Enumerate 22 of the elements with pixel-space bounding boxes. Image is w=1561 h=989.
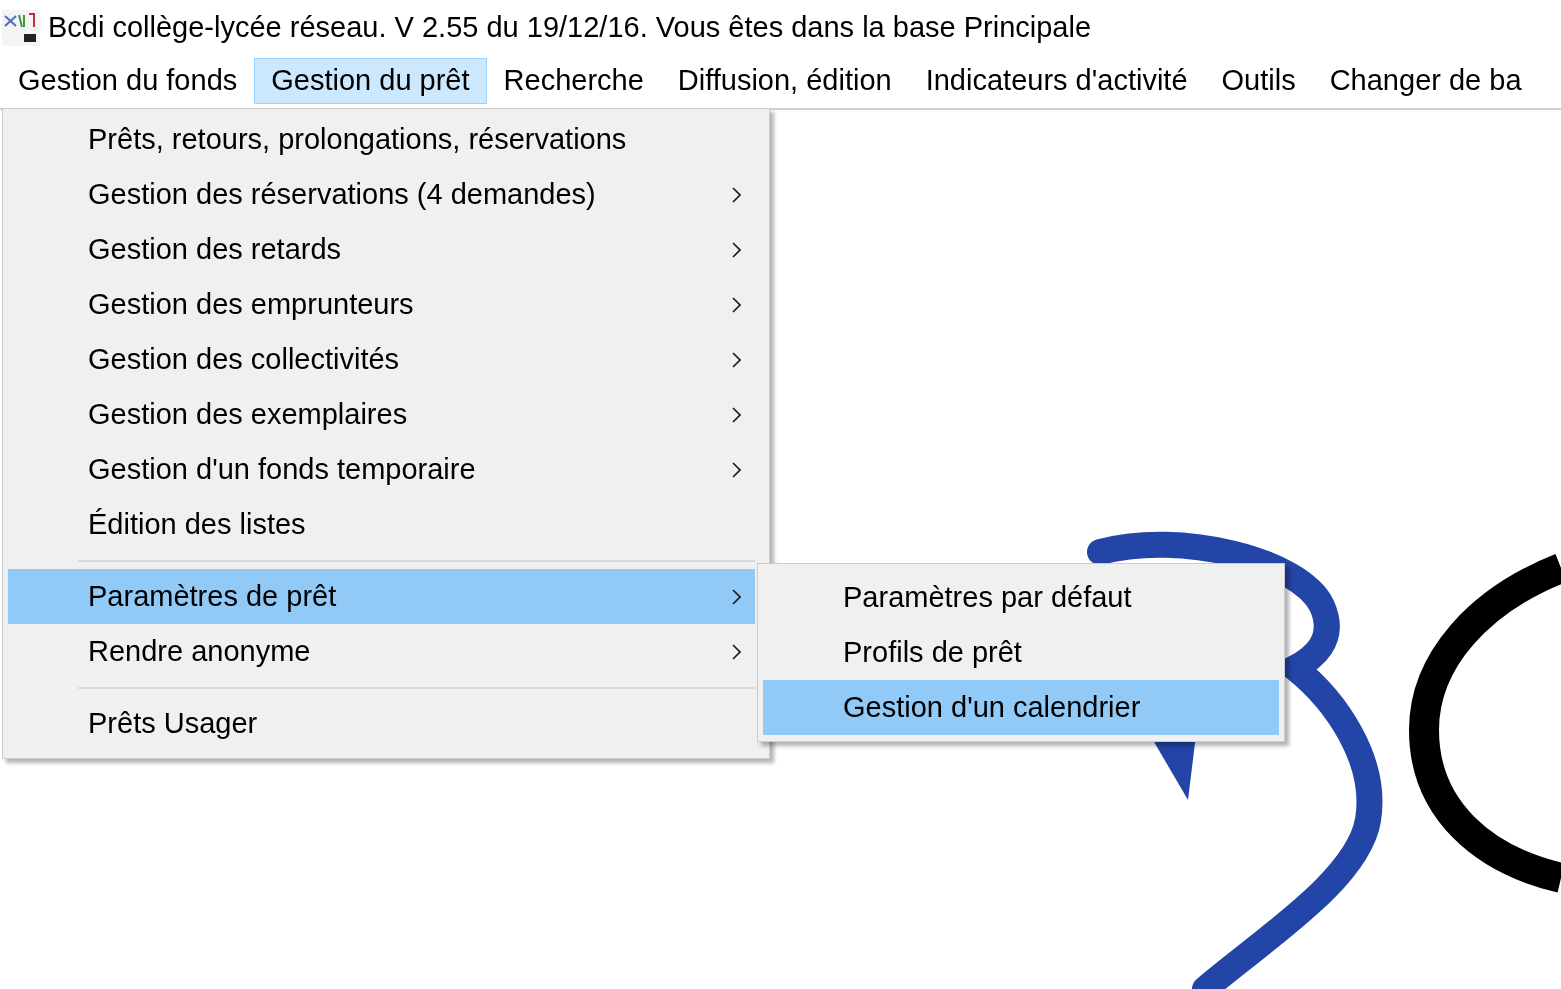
menu-bar-item[interactable]: Indicateurs d'activité xyxy=(908,58,1205,104)
menu-bar-item[interactable]: Diffusion, édition xyxy=(660,58,909,104)
menu-item[interactable]: Profils de prêt xyxy=(763,625,1279,680)
menu-bar-item[interactable]: Gestion du prêt xyxy=(254,58,487,104)
menu-item[interactable]: Gestion des réservations (4 demandes) xyxy=(8,167,755,222)
menu-item[interactable]: Gestion des emprunteurs xyxy=(8,277,755,332)
menu-bar-item[interactable]: Recherche xyxy=(486,58,661,104)
window-title: Bcdi collège-lycée réseau. V 2.55 du 19/12/16. Vous êtes dans la base Principale xyxy=(48,10,1092,46)
menu-item[interactable]: Gestion des exemplaires xyxy=(8,387,755,442)
menu-item[interactable]: Paramètres par défaut xyxy=(763,570,1279,625)
menu-bar-item[interactable]: Gestion du fonds xyxy=(1,58,255,104)
menu-bar-item[interactable]: Outils xyxy=(1204,58,1313,104)
menu-item[interactable]: Paramètres de prêt xyxy=(8,569,755,624)
menu-item[interactable]: Gestion des retards xyxy=(8,222,755,277)
menu-item[interactable]: Gestion d'un calendrier xyxy=(763,680,1279,735)
menu-item[interactable]: Rendre anonyme xyxy=(8,624,755,679)
menu-bar-item[interactable]: Changer de ba xyxy=(1312,58,1539,104)
menu-item[interactable]: Édition des listes xyxy=(8,497,755,552)
menu-item[interactable]: Prêts, retours, prolongations, réservations xyxy=(8,112,755,167)
menu-item[interactable]: Gestion d'un fonds temporaire xyxy=(8,442,755,497)
menu-item[interactable]: Gestion des collectivités xyxy=(8,332,755,387)
menu-item[interactable]: Prêts Usager xyxy=(8,696,755,751)
